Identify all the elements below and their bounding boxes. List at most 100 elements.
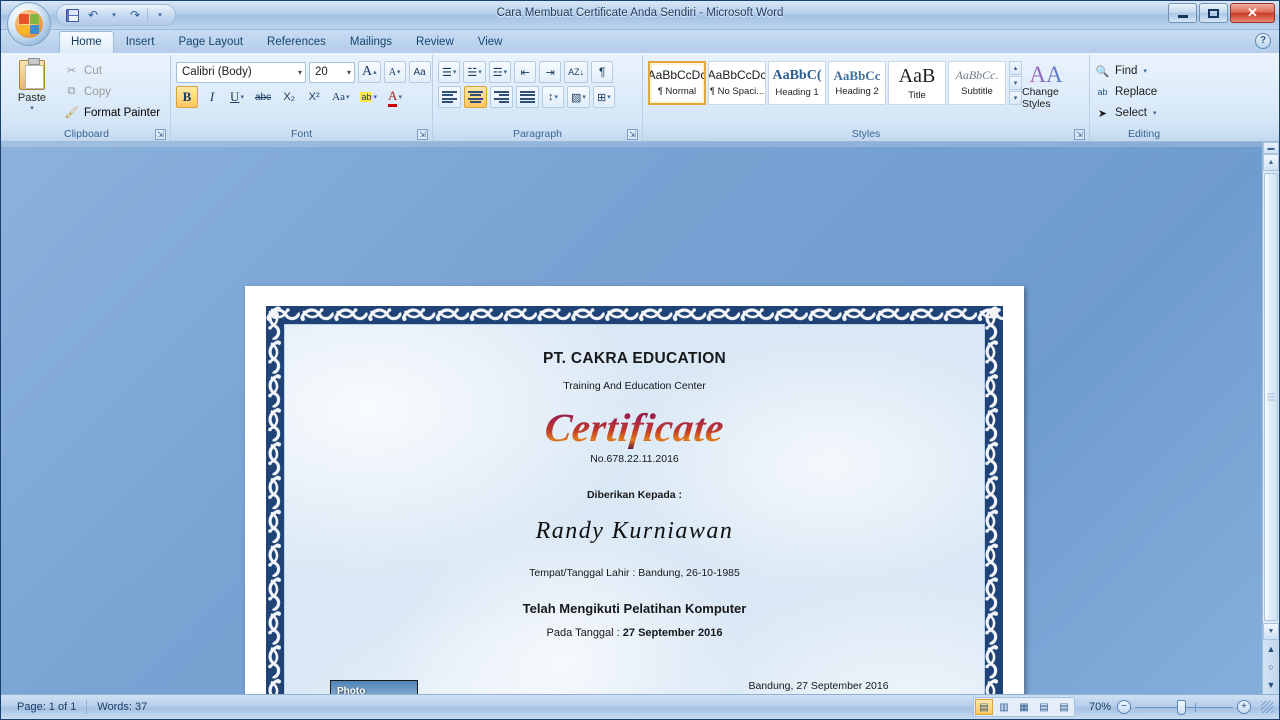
- close-button[interactable]: ✕: [1230, 3, 1275, 23]
- save-button[interactable]: [63, 6, 81, 24]
- paste-dropdown-icon[interactable]: ▾: [30, 104, 34, 112]
- align-right-button[interactable]: [490, 86, 513, 108]
- tab-review[interactable]: Review: [404, 31, 466, 53]
- style-subtitle[interactable]: AaBbCc. Subtitle: [948, 61, 1006, 105]
- superscript-button[interactable]: X²: [303, 86, 325, 108]
- zoom-track[interactable]: [1135, 699, 1233, 715]
- styles-more-button[interactable]: ▾: [1009, 91, 1022, 105]
- strikethrough-button[interactable]: abc: [251, 86, 275, 108]
- next-page-button[interactable]: ▼: [1263, 676, 1279, 694]
- photo-placeholder[interactable]: Photo: [330, 680, 418, 694]
- clear-formatting-button[interactable]: Aa: [408, 61, 431, 83]
- customize-qat-icon[interactable]: ▾: [151, 6, 169, 24]
- font-name-combo[interactable]: Calibri (Body) ▾: [176, 61, 306, 83]
- styles-scroll-down-button[interactable]: ▾: [1009, 76, 1022, 90]
- copy-button[interactable]: ⧉ Copy: [60, 82, 164, 101]
- web-layout-view-button[interactable]: ▦: [1015, 699, 1033, 715]
- justify-button[interactable]: [516, 86, 539, 108]
- zoom-in-button[interactable]: +: [1237, 700, 1251, 714]
- vertical-scrollbar[interactable]: ▬ ▲ ▼ ▲ ○ ▼: [1262, 142, 1279, 694]
- cut-label: Cut: [84, 64, 102, 77]
- zoom-slider[interactable]: − +: [1117, 699, 1251, 715]
- change-styles-button[interactable]: AA Change Styles: [1022, 61, 1070, 110]
- align-left-button[interactable]: [438, 86, 461, 108]
- align-center-button[interactable]: [464, 86, 487, 108]
- multilevel-list-button[interactable]: ☲ ▾: [488, 61, 512, 83]
- tab-references[interactable]: References: [255, 31, 338, 53]
- outline-view-button[interactable]: ▤: [1035, 699, 1053, 715]
- scroll-thumb[interactable]: [1264, 173, 1278, 621]
- underline-button[interactable]: U ▾: [226, 86, 248, 108]
- line-spacing-button[interactable]: ↕ ▾: [542, 86, 564, 108]
- italic-button[interactable]: I: [201, 86, 223, 108]
- help-icon[interactable]: ?: [1255, 33, 1271, 49]
- draft-view-button[interactable]: ▤: [1055, 699, 1073, 715]
- undo-button[interactable]: ↶: [84, 6, 102, 24]
- clipboard-dialog-launcher[interactable]: ⇲: [155, 129, 166, 140]
- zoom-level[interactable]: 70%: [1081, 701, 1111, 713]
- styles-scroll-up-button[interactable]: ▴: [1009, 61, 1022, 75]
- minimize-button[interactable]: [1168, 3, 1197, 23]
- split-window-button[interactable]: ▬: [1263, 142, 1279, 154]
- style-title[interactable]: AaB Title: [888, 61, 946, 105]
- tab-mailings[interactable]: Mailings: [338, 31, 404, 53]
- undo-dropdown-icon[interactable]: ▾: [105, 6, 123, 24]
- maximize-button[interactable]: [1199, 3, 1228, 23]
- word-count[interactable]: Words: 37: [87, 701, 157, 713]
- document-canvas[interactable]: PT. CAKRA EDUCATION Training And Educati…: [1, 142, 1279, 694]
- style-no-spacing[interactable]: AaBbCcDc ¶ No Spaci...: [708, 61, 766, 105]
- select-browse-object-button[interactable]: ○: [1263, 658, 1279, 676]
- numbering-button[interactable]: ☱ ▾: [463, 61, 486, 83]
- zoom-handle[interactable]: [1177, 699, 1186, 715]
- format-painter-button[interactable]: 🖌 Format Painter: [60, 103, 164, 122]
- scroll-track[interactable]: [1263, 171, 1279, 623]
- paragraph-dialog-launcher[interactable]: ⇲: [627, 129, 638, 140]
- shrink-font-button[interactable]: A ▾: [383, 61, 406, 83]
- cut-button[interactable]: ✂ Cut: [60, 61, 164, 80]
- increase-indent-button[interactable]: ⇥: [539, 61, 562, 83]
- office-button[interactable]: [7, 2, 51, 46]
- scroll-down-button[interactable]: ▼: [1263, 623, 1279, 640]
- sort-button[interactable]: AZ↓: [564, 61, 589, 83]
- full-screen-reading-view-button[interactable]: ▥: [995, 699, 1013, 715]
- paste-button[interactable]: Paste ▾: [8, 57, 56, 112]
- style-heading-2[interactable]: AaBbCc Heading 2: [828, 61, 886, 105]
- page-indicator[interactable]: Page: 1 of 1: [7, 701, 86, 713]
- scroll-up-button[interactable]: ▲: [1263, 154, 1279, 171]
- word-application-window: Cara Membuat Certificate Anda Sendiri - …: [0, 0, 1280, 720]
- previous-page-button[interactable]: ▲: [1263, 640, 1279, 658]
- redo-button[interactable]: ↷: [126, 6, 144, 24]
- shading-button[interactable]: ▧ ▾: [567, 86, 590, 108]
- select-button[interactable]: ➤ Select ▾: [1095, 103, 1157, 123]
- bullets-button[interactable]: ☰ ▾: [438, 61, 461, 83]
- bold-button[interactable]: B: [176, 86, 198, 108]
- document-page[interactable]: PT. CAKRA EDUCATION Training And Educati…: [245, 286, 1024, 694]
- print-layout-view-button[interactable]: ▤: [975, 699, 993, 715]
- font-size-combo[interactable]: 20 ▾: [309, 61, 355, 83]
- grow-font-button[interactable]: A ▴: [358, 61, 381, 83]
- resize-grip[interactable]: [1261, 701, 1273, 713]
- tab-page-layout[interactable]: Page Layout: [166, 31, 255, 53]
- font-dialog-launcher[interactable]: ⇲: [417, 129, 428, 140]
- certificate-body[interactable]: PT. CAKRA EDUCATION Training And Educati…: [284, 324, 985, 694]
- decrease-indent-button[interactable]: ⇤: [514, 61, 537, 83]
- tab-view[interactable]: View: [466, 31, 515, 53]
- font-color-button[interactable]: A ▾: [384, 86, 406, 108]
- pilcrow-icon: ¶: [598, 65, 606, 79]
- zoom-out-button[interactable]: −: [1117, 700, 1131, 714]
- multilevel-list-icon: ☲: [492, 66, 503, 79]
- style-heading-1[interactable]: AaBbC( Heading 1: [768, 61, 826, 105]
- find-button[interactable]: 🔍 Find ▾: [1095, 61, 1147, 81]
- tab-home[interactable]: Home: [59, 31, 114, 53]
- subscript-button[interactable]: X₂: [278, 86, 300, 108]
- styles-dialog-launcher[interactable]: ⇲: [1074, 129, 1085, 140]
- show-formatting-marks-button[interactable]: ¶: [591, 61, 614, 83]
- replace-button[interactable]: ab Replace: [1095, 82, 1157, 102]
- tab-insert[interactable]: Insert: [114, 31, 167, 53]
- style-normal[interactable]: AaBbCcDc ¶ Normal: [648, 61, 706, 105]
- highlight-button[interactable]: ab ▾: [356, 86, 381, 108]
- completion-date-value: 27 September 2016: [622, 627, 723, 639]
- font-size-chevron-down-icon: ▾: [346, 67, 351, 77]
- change-case-button[interactable]: Aa ▾: [328, 86, 353, 108]
- borders-button[interactable]: ⊞ ▾: [592, 86, 615, 108]
